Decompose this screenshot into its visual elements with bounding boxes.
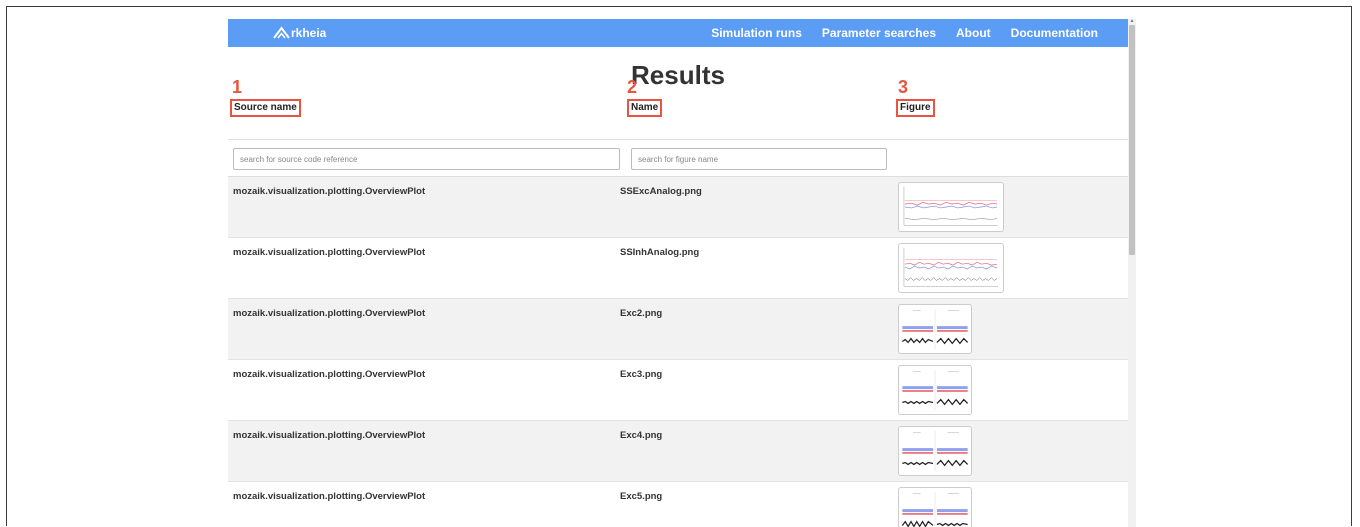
source-cell: mozaik.visualization.plotting.OverviewPl… bbox=[233, 247, 426, 258]
analog-trace-thumbnail bbox=[903, 186, 999, 226]
column-header-figure[interactable]: Figure bbox=[896, 99, 935, 117]
name-cell: Exc4.png bbox=[620, 430, 663, 441]
navbar: rkheia Simulation runs Parameter searche… bbox=[228, 19, 1128, 47]
name-cell: SSExcAnalog.png bbox=[620, 186, 702, 197]
source-cell: mozaik.visualization.plotting.OverviewPl… bbox=[233, 308, 426, 319]
header-divider bbox=[228, 139, 1128, 140]
table-row: mozaik.visualization.plotting.OverviewPl… bbox=[228, 238, 1128, 299]
page-title: Results bbox=[631, 60, 725, 90]
nav-about[interactable]: About bbox=[956, 26, 991, 40]
name-search-input[interactable] bbox=[631, 148, 887, 170]
source-cell: mozaik.visualization.plotting.OverviewPl… bbox=[233, 430, 426, 441]
figure-thumbnail[interactable] bbox=[898, 365, 972, 415]
scrollbar-thumb[interactable] bbox=[1129, 25, 1135, 255]
table-row: mozaik.visualization.plotting.OverviewPl… bbox=[228, 482, 1128, 527]
table-row: mozaik.visualization.plotting.OverviewPl… bbox=[228, 360, 1128, 421]
brand-logo[interactable]: rkheia bbox=[273, 19, 326, 47]
results-table: mozaik.visualization.plotting.OverviewPl… bbox=[228, 177, 1128, 527]
name-cell: Exc2.png bbox=[620, 308, 663, 319]
source-cell: mozaik.visualization.plotting.OverviewPl… bbox=[233, 186, 426, 197]
annotation-3: 3 bbox=[898, 77, 909, 97]
nav-simulation-runs[interactable]: Simulation runs bbox=[711, 26, 802, 40]
table-row: mozaik.visualization.plotting.OverviewPl… bbox=[228, 421, 1128, 482]
figure-thumbnail[interactable] bbox=[898, 182, 1004, 232]
figure-thumbnail[interactable] bbox=[898, 243, 1004, 293]
figure-thumbnail[interactable] bbox=[898, 487, 972, 527]
table-row: mozaik.visualization.plotting.OverviewPl… bbox=[228, 177, 1128, 238]
source-cell: mozaik.visualization.plotting.OverviewPl… bbox=[233, 369, 426, 380]
column-header-source-name[interactable]: Source name bbox=[230, 99, 301, 117]
name-cell: Exc3.png bbox=[620, 369, 663, 380]
figure-thumbnail[interactable] bbox=[898, 304, 972, 354]
name-cell: Exc5.png bbox=[620, 491, 663, 502]
figure-thumbnail[interactable] bbox=[898, 426, 972, 476]
overview-plot-thumbnail bbox=[901, 491, 968, 527]
analog-trace-thumbnail bbox=[903, 247, 999, 287]
nav-parameter-searches[interactable]: Parameter searches bbox=[822, 26, 936, 40]
nav-links: Simulation runs Parameter searches About… bbox=[711, 19, 1098, 47]
nav-documentation[interactable]: Documentation bbox=[1011, 26, 1098, 40]
overview-plot-thumbnail bbox=[902, 369, 969, 411]
table-row: mozaik.visualization.plotting.OverviewPl… bbox=[228, 299, 1128, 360]
annotation-2: 2 bbox=[627, 77, 638, 97]
vertical-scrollbar[interactable]: ▲ bbox=[1128, 19, 1136, 527]
app-page: rkheia Simulation runs Parameter searche… bbox=[228, 19, 1128, 527]
overview-plot-thumbnail bbox=[902, 308, 969, 350]
overview-plot-thumbnail bbox=[902, 430, 969, 472]
name-cell: SSInhAnalog.png bbox=[620, 247, 700, 258]
source-search-input[interactable] bbox=[233, 148, 620, 170]
scroll-up-arrow-icon[interactable]: ▲ bbox=[1129, 19, 1135, 24]
arkheia-logo-icon bbox=[273, 26, 290, 39]
column-header-name[interactable]: Name bbox=[627, 99, 663, 117]
brand-name: rkheia bbox=[291, 26, 327, 40]
source-cell: mozaik.visualization.plotting.OverviewPl… bbox=[233, 491, 426, 502]
annotation-1: 1 bbox=[232, 77, 243, 97]
